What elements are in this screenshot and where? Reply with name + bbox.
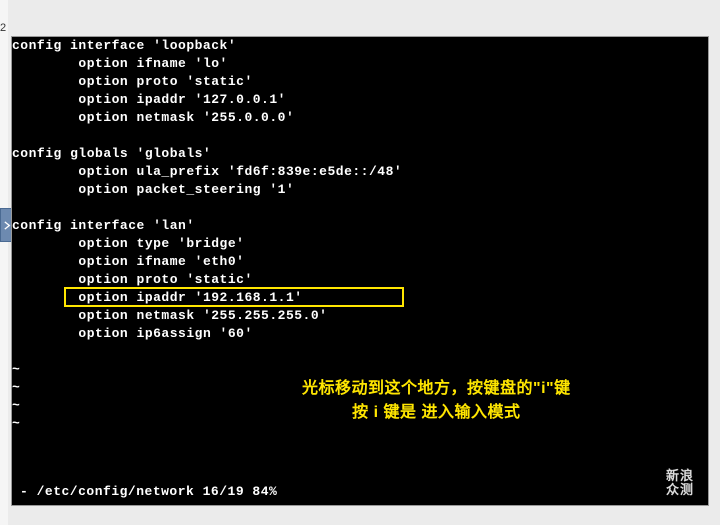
blank-line [12,199,708,217]
option-line-highlighted: option ipaddr '192.168.1.1' [12,289,708,307]
option-line: option netmask '255.255.255.0' [12,307,708,325]
option-line: option ifname 'eth0' [12,253,708,271]
watermark-line-2: 众测 [666,483,694,497]
blank-line [12,127,708,145]
option-line: option ip6assign '60' [12,325,708,343]
watermark-line-1: 新浪 [666,469,694,483]
config-line: config interface 'loopback' [12,37,708,55]
option-line: option ipaddr '127.0.0.1' [12,91,708,109]
option-line: option proto 'static' [12,271,708,289]
option-line: option ula_prefix 'fd6f:839e:e5de::/48' [12,163,708,181]
page-left-margin [0,0,8,525]
vim-status-bar: - /etc/config/network 16/19 84% [12,483,708,505]
option-line: option proto 'static' [12,73,708,91]
config-line: config globals 'globals' [12,145,708,163]
watermark: 新浪 众测 [666,469,694,497]
option-line: option type 'bridge' [12,235,708,253]
config-line: config interface 'lan' [12,217,708,235]
annotation-line-1: 光标移动到这个地方，按键盘的"i"键 [302,377,571,401]
option-line: option packet_steering '1' [12,181,708,199]
terminal-window[interactable]: config interface 'loopback' option ifnam… [11,36,709,506]
annotation-text: 光标移动到这个地方，按键盘的"i"键 按 i 键是 进入输入模式 [302,377,571,425]
option-line: option netmask '255.0.0.0' [12,109,708,127]
blank-line [12,343,708,361]
page-number: 2 [0,22,6,34]
annotation-line-2: 按 i 键是 进入输入模式 [302,401,571,425]
option-line: option ifname 'lo' [12,55,708,73]
